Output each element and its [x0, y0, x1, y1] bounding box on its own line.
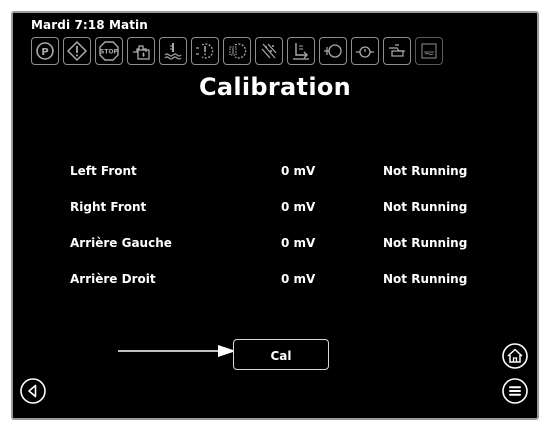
sensor-status: Not Running — [383, 236, 468, 250]
sensor-row: Arrière Gauche 0 mV Not Running — [13, 236, 537, 256]
warning-icon-bar: P STOP — [31, 37, 443, 65]
oil-pressure-icon[interactable] — [351, 37, 379, 65]
page-title: Calibration — [198, 73, 352, 101]
transmission-icon[interactable] — [191, 37, 219, 65]
sensor-status: Not Running — [383, 200, 468, 214]
sensor-status: Not Running — [383, 272, 468, 286]
parking-brake-icon[interactable]: P — [31, 37, 59, 65]
fluid-level-icon[interactable] — [415, 37, 443, 65]
stop-icon[interactable]: STOP — [95, 37, 123, 65]
pointer-arrow-icon — [118, 345, 236, 357]
home-icon[interactable] — [501, 342, 529, 370]
svg-text:STOP: STOP — [100, 49, 119, 56]
sensor-label: Arrière Droit — [70, 272, 156, 286]
status-datetime: Mardi 7:18 Matin — [31, 18, 148, 32]
engine-icon[interactable] — [319, 37, 347, 65]
sensor-row: Arrière Droit 0 mV Not Running — [13, 272, 537, 292]
sensor-label: Left Front — [70, 164, 137, 178]
fuel-icon[interactable] — [383, 37, 411, 65]
back-icon[interactable] — [19, 377, 47, 405]
sensor-status: Not Running — [383, 164, 468, 178]
exhaust-fluid-icon[interactable] — [287, 37, 315, 65]
sensor-label: Right Front — [70, 200, 147, 214]
cal-button[interactable]: Cal — [233, 339, 329, 370]
warning-icon[interactable] — [63, 37, 91, 65]
coolant-temp-icon[interactable] — [159, 37, 187, 65]
sensor-value: 0 mV — [281, 200, 316, 214]
particulate-filter-icon[interactable] — [255, 37, 283, 65]
sensor-value: 0 mV — [281, 164, 316, 178]
display-screen: Mardi 7:18 Matin P STOP Calibration Left… — [11, 11, 539, 420]
sensor-label: Arrière Gauche — [70, 236, 172, 250]
sensor-value: 0 mV — [281, 236, 316, 250]
engine-coolant-icon[interactable] — [127, 37, 155, 65]
transmission-filter-icon[interactable] — [223, 37, 251, 65]
sensor-row: Left Front 0 mV Not Running — [13, 164, 537, 184]
svg-text:P: P — [41, 47, 48, 58]
menu-icon[interactable] — [501, 377, 529, 405]
sensor-row: Right Front 0 mV Not Running — [13, 200, 537, 220]
sensor-value: 0 mV — [281, 272, 316, 286]
